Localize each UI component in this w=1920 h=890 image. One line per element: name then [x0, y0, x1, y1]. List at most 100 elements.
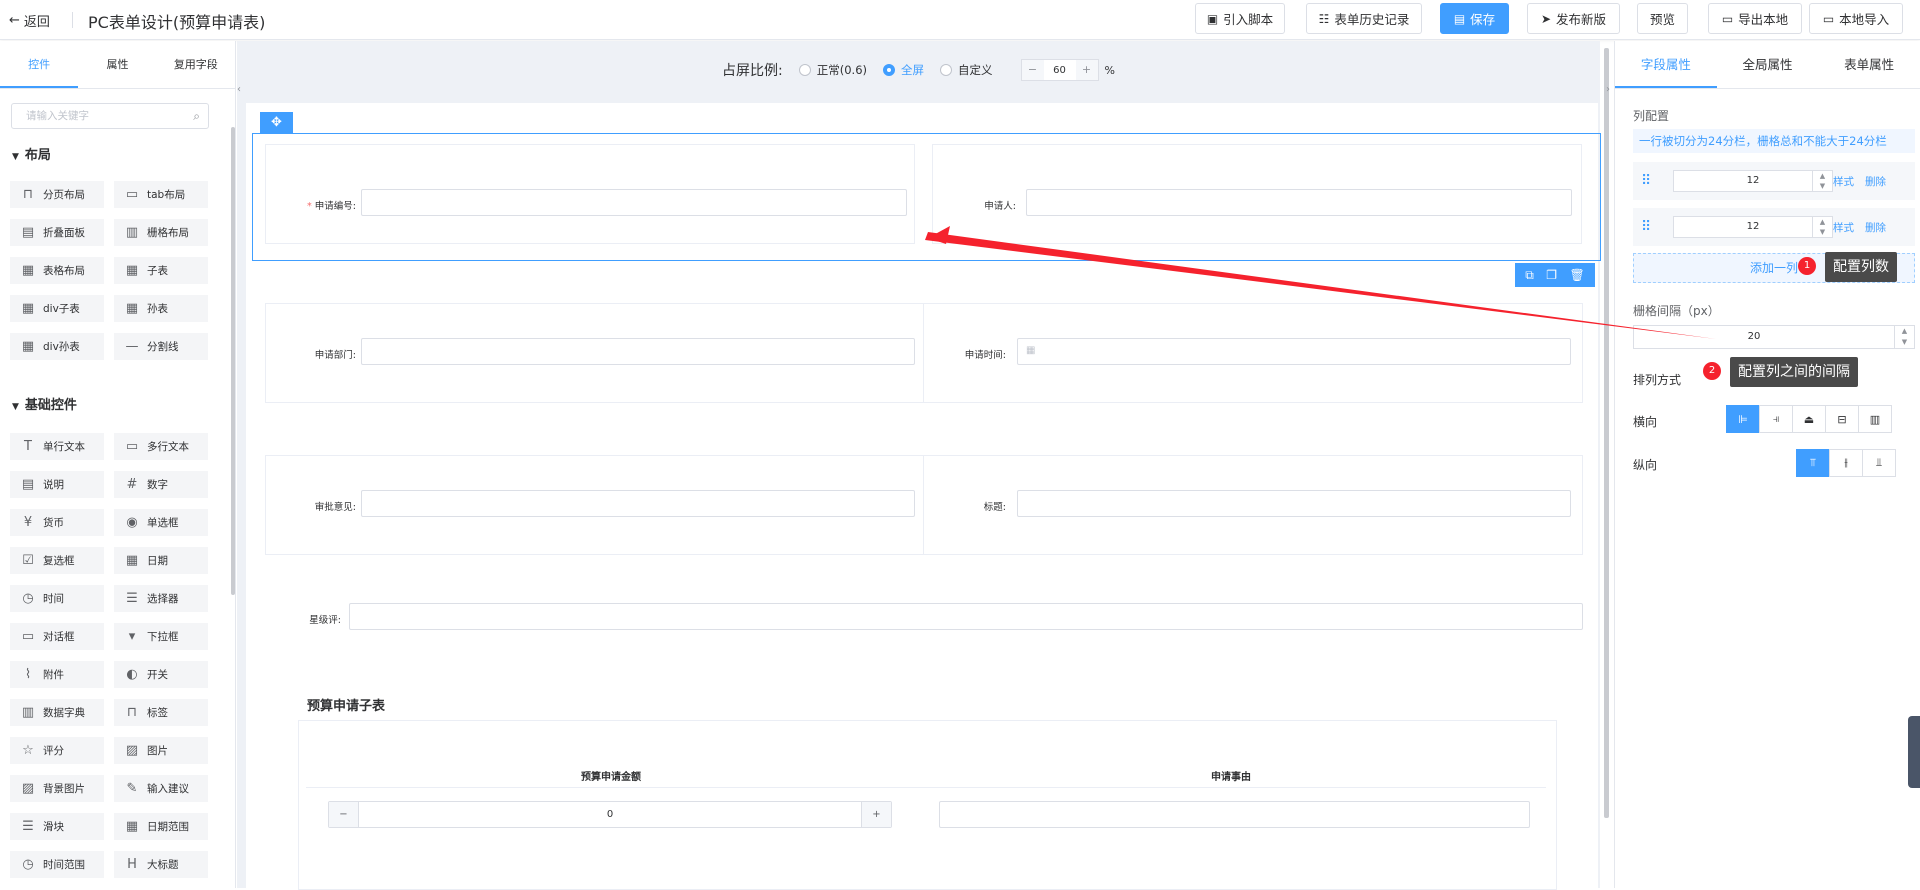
- component-item[interactable]: ¥ 货币: [10, 509, 104, 536]
- component-item[interactable]: ▭ 多行文本: [114, 433, 208, 460]
- collapse-left-icon[interactable]: ‹: [237, 84, 243, 108]
- apply-time-input[interactable]: ▦: [1017, 338, 1571, 365]
- spin-arrows-icon[interactable]: ▲ ▼: [1812, 217, 1832, 237]
- save-button[interactable]: ▤ 保存: [1440, 3, 1509, 34]
- spin-arrows-icon[interactable]: ▲ ▼: [1894, 326, 1914, 348]
- column-delete-link[interactable]: 删除: [1865, 220, 1886, 235]
- script-icon: ▣: [1206, 11, 1219, 26]
- gutter-input[interactable]: 20 ▲ ▼: [1633, 325, 1915, 349]
- spin-arrows-icon[interactable]: ▲ ▼: [1812, 171, 1832, 191]
- reason-input[interactable]: [939, 801, 1530, 828]
- column-span-input[interactable]: 12 ▲ ▼: [1673, 170, 1833, 192]
- side-handle[interactable]: [1908, 716, 1920, 788]
- duplicate-icon[interactable]: ❐: [1546, 268, 1557, 282]
- department-input[interactable]: [361, 338, 915, 365]
- tab-field-properties[interactable]: 字段属性: [1615, 41, 1717, 88]
- component-item[interactable]: ▦ 日期: [114, 547, 208, 574]
- radio-custom[interactable]: 自定义: [940, 62, 993, 78]
- component-item[interactable]: ☰ 滑块: [10, 813, 104, 840]
- tab-properties[interactable]: 属性: [78, 41, 156, 88]
- component-item[interactable]: # 数字: [114, 471, 208, 498]
- component-item[interactable]: ▦ 子表: [114, 257, 208, 284]
- justify-start-icon[interactable]: ⊫: [1726, 405, 1760, 433]
- tab-controls[interactable]: 控件: [0, 41, 79, 88]
- component-item[interactable]: ⌇ 附件: [10, 661, 104, 688]
- amount-input[interactable]: − 0 +: [328, 801, 892, 828]
- component-item[interactable]: ⊓ 分页布局: [10, 181, 104, 208]
- align-top-icon[interactable]: ⫪: [1796, 449, 1830, 477]
- justify-center-icon[interactable]: ⏏: [1792, 405, 1826, 433]
- component-item[interactable]: ▦ 日期范围: [114, 813, 208, 840]
- drag-handle-icon[interactable]: ⠿: [1641, 173, 1659, 189]
- component-item[interactable]: ▥ 数据字典: [10, 699, 104, 726]
- radio-normal[interactable]: 正常(0.6): [798, 62, 867, 78]
- component-item[interactable]: ◐ 开关: [114, 661, 208, 688]
- justify-end-icon[interactable]: ⫣: [1759, 405, 1793, 433]
- column-style-link[interactable]: 样式: [1833, 220, 1854, 235]
- column-style-link[interactable]: 样式: [1833, 174, 1854, 189]
- column-delete-link[interactable]: 删除: [1865, 174, 1886, 189]
- left-scrollbar[interactable]: [231, 127, 235, 595]
- import-local-button[interactable]: ▭ 本地导入: [1809, 3, 1903, 34]
- component-item[interactable]: ▤ 说明: [10, 471, 104, 498]
- export-local-button[interactable]: ▭ 导出本地: [1708, 3, 1802, 34]
- approval-opinion-input[interactable]: [361, 490, 915, 517]
- justify-space-around-icon[interactable]: ▥: [1858, 405, 1892, 433]
- component-item[interactable]: ◷ 时间: [10, 585, 104, 612]
- component-item[interactable]: ⊓ 标签: [114, 699, 208, 726]
- justify-space-between-icon[interactable]: ⊟: [1825, 405, 1859, 433]
- plus-icon[interactable]: +: [861, 802, 891, 827]
- tab-reuse-fields[interactable]: 复用字段: [157, 41, 235, 88]
- ratio-stepper[interactable]: − 60 +: [1020, 59, 1099, 81]
- component-item[interactable]: ✎ 输入建议: [114, 775, 208, 802]
- back-button[interactable]: ← 返回: [9, 11, 50, 30]
- component-item[interactable]: ☑ 复选框: [10, 547, 104, 574]
- component-item[interactable]: ▤ 折叠面板: [10, 219, 104, 246]
- title-input[interactable]: [1017, 490, 1571, 517]
- tab-global-properties[interactable]: 全局属性: [1717, 41, 1819, 88]
- component-item[interactable]: — 分割线: [114, 333, 208, 360]
- minus-icon[interactable]: −: [329, 802, 359, 827]
- component-item[interactable]: ☰ 选择器: [114, 585, 208, 612]
- collapse-right-icon[interactable]: ›: [1606, 84, 1610, 95]
- component-item[interactable]: ▥ 栅格布局: [114, 219, 208, 246]
- slider-icon: ☰: [22, 819, 34, 834]
- plus-icon[interactable]: +: [1075, 60, 1098, 80]
- component-item[interactable]: ▾ 下拉框: [114, 623, 208, 650]
- component-item[interactable]: H 大标题: [114, 851, 208, 878]
- align-middle-icon[interactable]: ⫲: [1829, 449, 1863, 477]
- apply-no-input[interactable]: [361, 189, 907, 216]
- component-item[interactable]: ▭ 对话框: [10, 623, 104, 650]
- form-history-button[interactable]: ☷ 表单历史记录: [1306, 3, 1422, 34]
- section-layout[interactable]: ▼ 布局: [12, 144, 51, 163]
- publish-button[interactable]: ➤ 发布新版: [1527, 3, 1620, 34]
- preview-button[interactable]: 预览: [1637, 3, 1688, 34]
- radio-fullscreen[interactable]: 全屏: [883, 62, 924, 78]
- import-script-button[interactable]: ▣ 引入脚本: [1195, 3, 1285, 34]
- copy-icon[interactable]: ⧉: [1525, 268, 1534, 283]
- stars-input[interactable]: [349, 603, 1583, 630]
- canvas-scrollbar[interactable]: [1604, 48, 1609, 818]
- section-basic-controls[interactable]: ▼ 基础控件: [12, 394, 77, 413]
- component-item[interactable]: ▨ 图片: [114, 737, 208, 764]
- component-item[interactable]: ▦ div子表: [10, 295, 104, 322]
- tab-form-properties[interactable]: 表单属性: [1818, 41, 1920, 88]
- component-item[interactable]: ☆ 评分: [10, 737, 104, 764]
- component-item[interactable]: ▦ div孙表: [10, 333, 104, 360]
- applicant-input[interactable]: [1026, 189, 1572, 216]
- component-item[interactable]: T 单行文本: [10, 433, 104, 460]
- trash-icon[interactable]: 🗑: [1570, 268, 1585, 282]
- component-item[interactable]: ◉ 单选框: [114, 509, 208, 536]
- component-item[interactable]: ◷ 时间范围: [10, 851, 104, 878]
- column-span-input[interactable]: 12 ▲ ▼: [1673, 216, 1833, 238]
- move-icon[interactable]: ✥: [260, 112, 293, 134]
- component-item[interactable]: ▦ 孙表: [114, 295, 208, 322]
- minus-icon[interactable]: −: [1021, 60, 1044, 80]
- component-search-input[interactable]: 请输入关键字 ⌕: [11, 103, 209, 129]
- component-item[interactable]: ▭ tab布局: [114, 181, 208, 208]
- component-item[interactable]: ▨ 背景图片: [10, 775, 104, 802]
- component-item[interactable]: ▦ 表格布局: [10, 257, 104, 284]
- drag-handle-icon[interactable]: ⠿: [1641, 219, 1659, 235]
- screen-ratio-bar: 占屏比例: 正常(0.6) 全屏 自定义 − 60 + %: [237, 41, 1600, 99]
- align-bottom-icon[interactable]: ⫫: [1862, 449, 1896, 477]
